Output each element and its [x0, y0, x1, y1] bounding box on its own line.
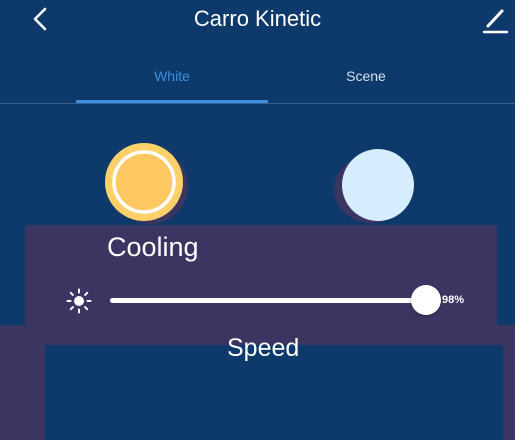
page-title: Carro Kinetic [193, 6, 322, 31]
app-screen: Carro Kinetic White Scene Cooling 98% Sp… [0, 0, 515, 440]
right-edge-strip [515, 0, 529, 440]
tab-white[interactable]: White [72, 68, 272, 84]
speed-label: Speed [227, 334, 300, 362]
brightness-slider[interactable] [110, 285, 441, 315]
header: Carro Kinetic [0, 0, 515, 46]
tab-divider [0, 103, 515, 104]
brightness-value: 98% [442, 294, 465, 306]
brightness-slider-fill [110, 298, 426, 303]
tab-scene[interactable]: Scene [266, 68, 466, 84]
pencil-icon[interactable] [481, 6, 509, 34]
cooling-label: Cooling [107, 232, 199, 262]
cool-white-swatch[interactable] [334, 147, 418, 227]
brightness-slider-thumb[interactable] [411, 285, 441, 315]
warm-white-swatch[interactable] [104, 142, 188, 226]
tab-bar: White Scene [0, 56, 515, 104]
sun-icon [66, 288, 92, 314]
